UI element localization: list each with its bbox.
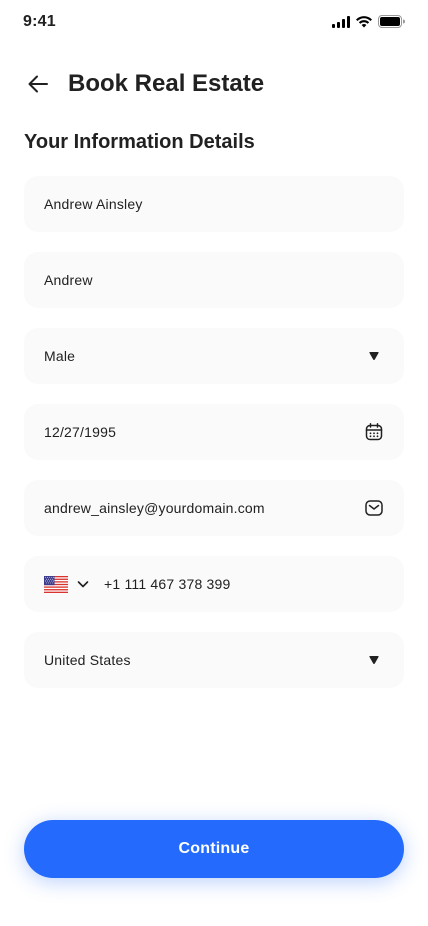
phone-value: +1 111 467 378 399 bbox=[104, 576, 231, 592]
phone-field[interactable]: +1 111 467 378 399 bbox=[24, 556, 404, 612]
country-value: United States bbox=[44, 652, 131, 668]
gender-select[interactable]: Male bbox=[24, 328, 404, 384]
continue-label: Continue bbox=[178, 840, 250, 857]
status-time: 9:41 bbox=[23, 13, 56, 30]
cellular-signal-icon bbox=[332, 15, 350, 28]
email-value: andrew_ainsley@yourdomain.com bbox=[44, 500, 265, 516]
status-bar: 9:41 bbox=[0, 0, 428, 44]
country-code-selector[interactable] bbox=[44, 575, 90, 593]
back-button[interactable] bbox=[24, 70, 52, 98]
date-of-birth-value: 12/27/1995 bbox=[44, 424, 117, 440]
us-flag-icon bbox=[44, 575, 68, 593]
full-name-field[interactable]: Andrew Ainsley bbox=[24, 176, 404, 232]
arrow-left-icon bbox=[28, 75, 48, 93]
date-of-birth-field[interactable]: 12/27/1995 bbox=[24, 404, 404, 460]
gender-value: Male bbox=[44, 348, 76, 364]
chevron-down-icon[interactable] bbox=[76, 577, 90, 591]
email-field[interactable]: andrew_ainsley@yourdomain.com bbox=[24, 480, 404, 536]
status-icons bbox=[332, 15, 405, 28]
wifi-icon bbox=[356, 15, 372, 27]
nickname-value: Andrew bbox=[44, 272, 93, 288]
page-title: Book Real Estate bbox=[68, 70, 265, 97]
country-select[interactable]: United States bbox=[24, 632, 404, 688]
full-name-value: Andrew Ainsley bbox=[44, 196, 143, 212]
continue-button[interactable]: Continue bbox=[24, 820, 404, 878]
section-title: Your Information Details bbox=[24, 131, 255, 153]
battery-icon bbox=[378, 15, 405, 28]
message-icon bbox=[364, 498, 384, 518]
caret-down-icon[interactable] bbox=[364, 346, 384, 366]
caret-down-icon[interactable] bbox=[364, 650, 384, 670]
calendar-icon[interactable] bbox=[364, 422, 384, 442]
nickname-field[interactable]: Andrew bbox=[24, 252, 404, 308]
header: Book Real Estate bbox=[24, 66, 264, 102]
